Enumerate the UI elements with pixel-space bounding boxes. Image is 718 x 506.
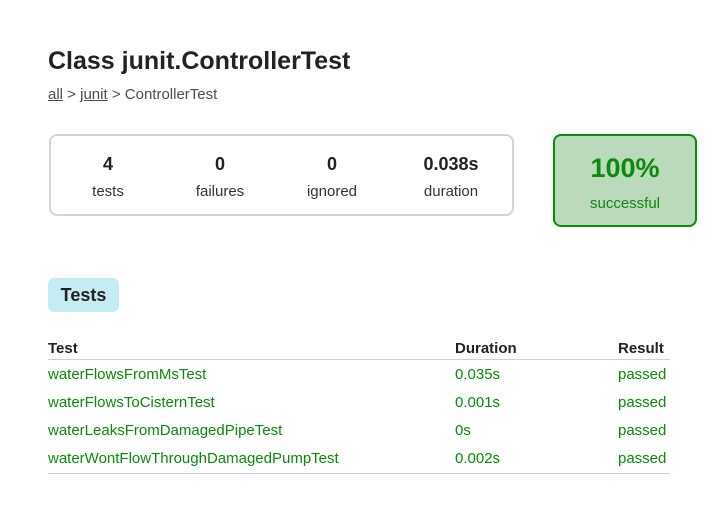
table-bottom-divider [48,473,670,474]
test-result: passed [618,394,667,411]
page-title: Class junit.ControllerTest [48,47,351,75]
success-rate-label: successful [589,195,661,212]
counter-failures-label: failures [195,183,245,200]
table-row: waterWontFlowThroughDamagedPumpTest 0.00… [48,444,670,472]
breadcrumb-link-all[interactable]: all [48,86,63,103]
test-duration: 0.035s [455,366,501,383]
test-name[interactable]: waterWontFlowThroughDamagedPumpTest [48,450,339,468]
counter-duration-label: duration [423,183,479,200]
table-row: waterFlowsToCisternTest 0.001s passed [48,388,670,416]
table-row: waterFlowsFromMsTest 0.035s passed [48,360,670,388]
counter-ignored-value: 0 [326,154,337,174]
counter-tests-value: 4 [102,154,113,174]
breadcrumb-current: ControllerTest [124,86,218,103]
test-name[interactable]: waterFlowsFromMsTest [48,366,206,384]
test-result: passed [618,366,667,383]
test-result: passed [618,422,667,439]
test-result: passed [618,450,667,467]
table-row: waterLeaksFromDamagedPipeTest 0s passed [48,416,670,444]
counter-ignored-label: ignored [306,183,358,200]
counter-tests-label: tests [92,183,124,200]
summary-box: 4 tests 0 failures 0 ignored 0.038s dura… [49,134,514,216]
success-rate-box: 100% successful [553,134,697,227]
column-header-duration: Duration [455,340,517,357]
test-name[interactable]: waterLeaksFromDamagedPipeTest [48,422,282,440]
breadcrumb-separator: > [63,86,81,103]
tab-tests[interactable]: Tests [48,278,119,312]
counter-failures-value: 0 [214,154,225,174]
breadcrumb: all > junit > ControllerTest [48,86,217,104]
test-duration: 0s [455,422,471,439]
test-name[interactable]: waterFlowsToCisternTest [48,394,215,412]
table-header: Test Duration Result [48,338,670,360]
column-header-test: Test [48,340,78,357]
test-duration: 0.002s [455,450,501,467]
success-rate-value: 100% [590,153,660,183]
test-duration: 0.001s [455,394,501,411]
tests-table: Test Duration Result waterFlowsFromMsTes… [48,338,670,474]
breadcrumb-link-package[interactable]: junit [80,86,108,103]
counter-duration-value: 0.038s [423,154,479,174]
breadcrumb-separator: > [107,86,125,103]
column-header-result: Result [618,340,664,357]
